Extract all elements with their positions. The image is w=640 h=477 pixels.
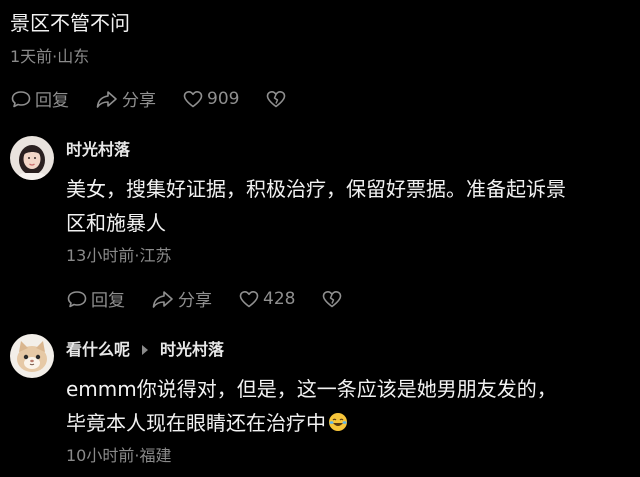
- reply-label: 回复: [35, 91, 69, 111]
- cat-avatar-image: [10, 334, 54, 378]
- reply-label: 回复: [91, 291, 125, 311]
- comment-actions: 回复 分享 428: [66, 286, 369, 311]
- top-comment-actions: 回复 分享 909: [10, 86, 313, 111]
- reply-to-arrow-icon: [142, 345, 149, 355]
- share-arrow-icon: [152, 290, 173, 308]
- comment-text-line: emmm你说得对，但是，这一条应该是她男朋友发的，: [66, 377, 557, 401]
- comment-text-line: 区和施暴人: [66, 211, 166, 235]
- top-comment-meta: 1天前·山东: [10, 47, 90, 66]
- reply-button[interactable]: 回复: [66, 286, 125, 311]
- share-label: 分享: [122, 91, 156, 111]
- broken-heart-icon: [267, 90, 286, 107]
- comment-text-line: 毕竟本人现在眼睛还在治疗中: [66, 406, 632, 442]
- dislike-button[interactable]: [321, 289, 343, 309]
- comment-author[interactable]: 时光村落: [66, 139, 130, 161]
- share-button[interactable]: 分享: [151, 286, 212, 311]
- like-button[interactable]: 909: [182, 89, 239, 109]
- share-label: 分享: [178, 291, 212, 311]
- dislike-button[interactable]: [265, 89, 287, 109]
- heart-icon: [239, 290, 259, 307]
- comment-bubble-icon: [11, 90, 31, 107]
- woman-portrait-avatar-image: [10, 136, 54, 180]
- top-comment-text: 景区不管不问: [10, 11, 130, 35]
- like-count: 428: [263, 288, 296, 309]
- like-count: 909: [207, 88, 240, 109]
- comment-text: emmm你说得对，但是，这一条应该是她男朋友发的， 毕竟本人现在眼睛还在治疗中: [66, 372, 632, 442]
- comment-meta: 13小时前·江苏: [66, 246, 172, 265]
- comment-author[interactable]: 看什么呢: [66, 339, 130, 361]
- share-button[interactable]: 分享: [95, 86, 156, 111]
- comment-text: 美女，搜集好证据，积极治疗，保留好票据。准备起诉景 区和施暴人: [66, 172, 632, 240]
- comment-text-line: 美女，搜集好证据，积极治疗，保留好票据。准备起诉景: [66, 177, 566, 201]
- comment-text-segment: 毕竟本人现在眼睛还在治疗中: [66, 411, 326, 435]
- comment-bubble-icon: [67, 290, 87, 307]
- reply-button[interactable]: 回复: [10, 86, 69, 111]
- comment-meta: 10小时前·福建: [66, 446, 172, 465]
- avatar[interactable]: [10, 136, 54, 180]
- like-button[interactable]: 428: [238, 289, 295, 309]
- broken-heart-icon: [323, 290, 342, 307]
- laughing-tears-emoji-icon: [328, 408, 348, 442]
- share-arrow-icon: [96, 90, 117, 108]
- heart-icon: [183, 90, 203, 107]
- avatar[interactable]: [10, 334, 54, 378]
- comment-author-line: 看什么呢 时光村落: [66, 339, 224, 361]
- reply-target-author[interactable]: 时光村落: [160, 339, 224, 361]
